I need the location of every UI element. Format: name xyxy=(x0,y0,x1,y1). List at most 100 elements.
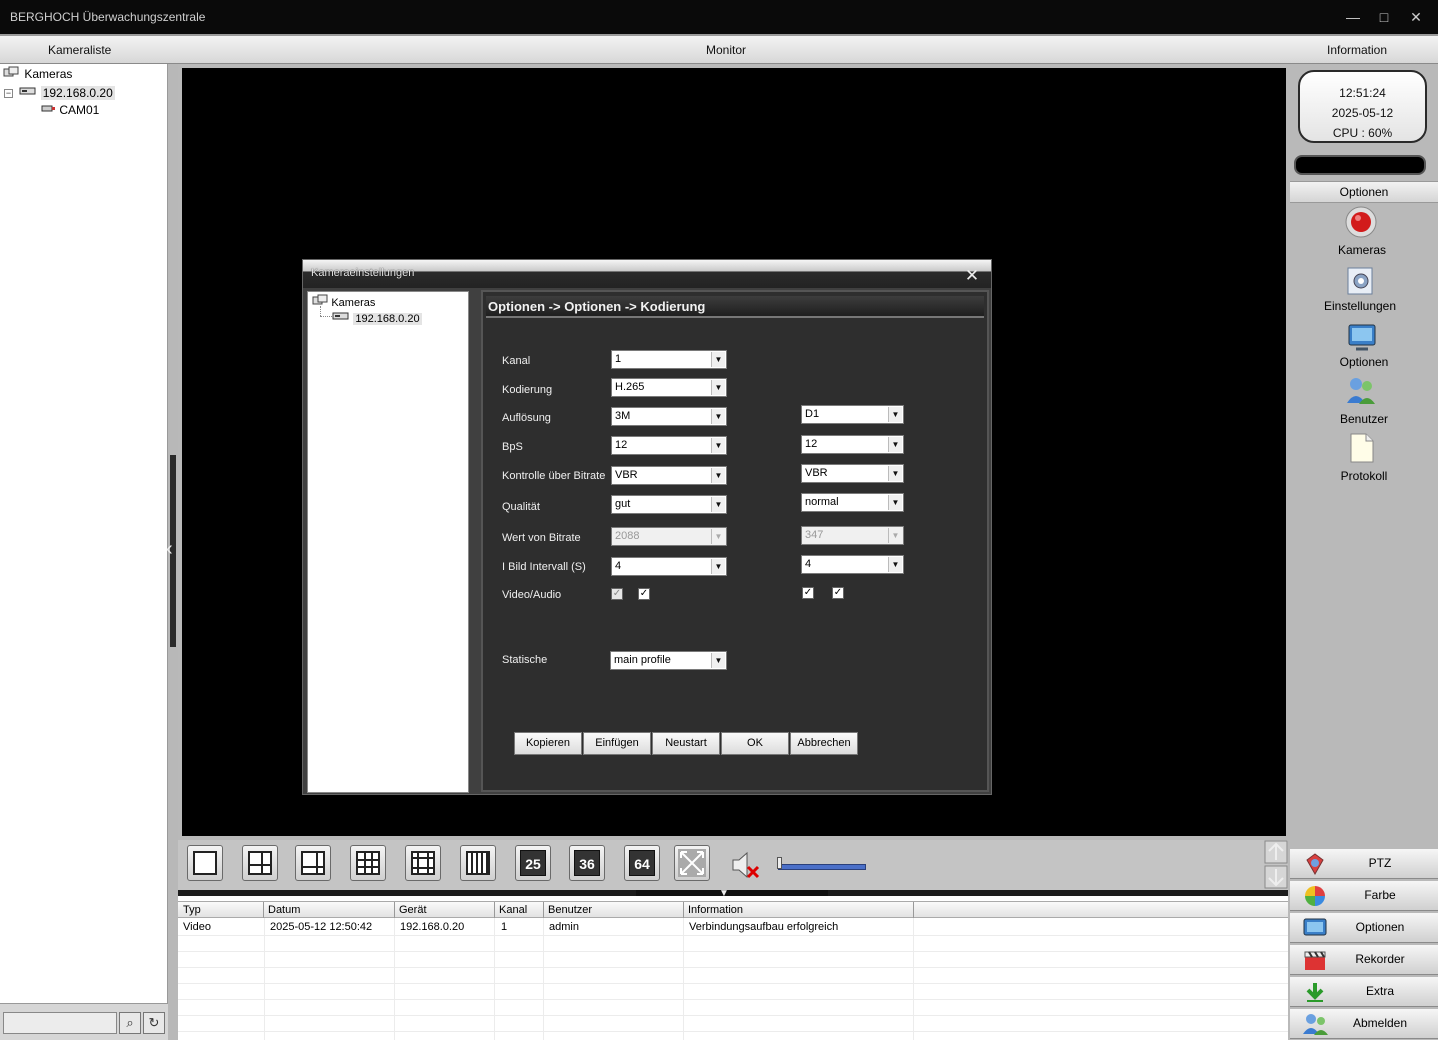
close-window-button[interactable]: ✕ xyxy=(1404,6,1428,28)
users-icon[interactable] xyxy=(1345,375,1377,410)
intervall-label: I Bild Intervall (S) xyxy=(502,561,586,573)
clapperboard-icon xyxy=(1304,951,1326,970)
kanal-select[interactable]: 1 ▼ xyxy=(611,350,727,369)
statische-label: Statische xyxy=(502,654,548,666)
menu-ptz-label: PTZ xyxy=(1368,856,1392,870)
dialog-title: Kameraeinstellungen xyxy=(311,267,415,279)
intervall-sub-select[interactable]: 4 ▼ xyxy=(801,555,904,574)
statische-select[interactable]: main profile ▼ xyxy=(610,651,727,670)
clock-time: 12:51:24 xyxy=(1339,86,1386,100)
chevron-down-icon: ▼ xyxy=(888,466,902,481)
layout-36-button[interactable]: 36 xyxy=(569,845,605,881)
chevron-down-icon: ▼ xyxy=(888,437,902,452)
menu-ptz[interactable]: PTZ xyxy=(1290,849,1438,879)
einstellungen-option-label[interactable]: Einstellungen xyxy=(1305,299,1415,313)
fullscreen-icon[interactable] xyxy=(674,845,710,881)
search-input[interactable] xyxy=(3,1012,117,1034)
col-kanal[interactable]: Kanal xyxy=(495,902,544,918)
aufloesung-sub-select[interactable]: D1 ▼ xyxy=(801,405,904,424)
main-audio-checkbox[interactable]: ✓ xyxy=(638,588,650,600)
bps-sub-select[interactable]: 12 ▼ xyxy=(801,435,904,454)
aufloesung-label: Auflösung xyxy=(502,412,551,424)
chevron-down-icon: ▼ xyxy=(711,380,725,395)
collapse-icon[interactable]: − xyxy=(4,89,13,99)
kameras-option-label[interactable]: Kameras xyxy=(1307,243,1417,257)
kontrolle-label: Kontrolle über Bitrate xyxy=(502,470,606,482)
tree-channel[interactable]: CAM01 xyxy=(40,102,99,117)
menu-rekorder[interactable]: Rekorder xyxy=(1290,945,1438,975)
log-cell-information: Verbindungsaufbau erfolgreich xyxy=(689,921,839,933)
camera-icon xyxy=(41,105,55,112)
refresh-icon[interactable]: ↻ xyxy=(143,1012,165,1034)
layout-16-button[interactable] xyxy=(460,845,496,881)
cpu-usage: CPU : 60% xyxy=(1332,126,1393,140)
camera-settings-dialog: Kameraeinstellungen ✕ Kameras 192.168.0.… xyxy=(302,259,992,795)
collapse-left-icon[interactable]: ‹ xyxy=(166,538,173,561)
einfuegen-button[interactable]: Einfügen xyxy=(583,732,651,755)
layout-4-button[interactable] xyxy=(242,845,278,881)
col-datum[interactable]: Datum xyxy=(264,902,395,918)
qualitaet-sub-select[interactable]: normal ▼ xyxy=(801,493,904,512)
scroll-arrows xyxy=(1264,840,1288,890)
kontrolle-sub-select[interactable]: VBR ▼ xyxy=(801,464,904,483)
layout-9-button[interactable] xyxy=(350,845,386,881)
intervall-main-select[interactable]: 4 ▼ xyxy=(611,557,727,576)
minimize-button[interactable]: — xyxy=(1341,6,1365,28)
mute-icon[interactable] xyxy=(729,849,763,884)
bps-main-select[interactable]: 12 ▼ xyxy=(611,436,727,455)
bitrate-label: Wert von Bitrate xyxy=(502,532,581,544)
menu-farbe-label: Farbe xyxy=(1364,888,1396,902)
dialog-close-button[interactable]: ✕ xyxy=(961,266,983,286)
maximize-button[interactable]: □ xyxy=(1372,6,1396,28)
chevron-down-icon: ▼ xyxy=(711,468,725,483)
menu-extra[interactable]: Extra xyxy=(1290,977,1438,1007)
abbrechen-button[interactable]: Abbrechen xyxy=(790,732,858,755)
optionen-option-label[interactable]: Optionen xyxy=(1309,355,1419,369)
aufloesung-main-select[interactable]: 3M ▼ xyxy=(611,407,727,426)
tree-root[interactable]: Kameras xyxy=(3,66,72,81)
menu-optionen[interactable]: Optionen xyxy=(1290,913,1438,943)
dialog-tree-root[interactable]: Kameras xyxy=(312,294,375,309)
ok-button[interactable]: OK xyxy=(721,732,789,755)
menu-rekorder-label: Rekorder xyxy=(1355,952,1405,966)
kopieren-button[interactable]: Kopieren xyxy=(514,732,582,755)
layout-25-button[interactable]: 25 xyxy=(515,845,551,881)
volume-slider-handle[interactable] xyxy=(777,857,782,869)
kodierung-select[interactable]: H.265 ▼ xyxy=(611,378,727,397)
layout-1-button[interactable] xyxy=(187,845,223,881)
layout-64-button[interactable]: 64 xyxy=(624,845,660,881)
menu-farbe[interactable]: Farbe xyxy=(1290,881,1438,911)
col-typ[interactable]: Typ xyxy=(179,902,264,918)
volume-slider[interactable] xyxy=(778,864,866,870)
benutzer-option-label[interactable]: Benutzer xyxy=(1309,412,1419,426)
col-benutzer[interactable]: Benutzer xyxy=(544,902,684,918)
protokoll-option-label[interactable]: Protokoll xyxy=(1309,469,1419,483)
log-cell-benutzer: admin xyxy=(549,921,579,933)
color-icon xyxy=(1305,886,1325,906)
kontrolle-main-select[interactable]: VBR ▼ xyxy=(611,466,727,485)
chevron-down-icon: ▼ xyxy=(711,497,725,512)
document-icon[interactable] xyxy=(1348,432,1376,467)
layout-6-button[interactable] xyxy=(295,845,331,881)
camera-list-panel: Kameras − 192.168.0.20 CAM01 xyxy=(0,64,168,1040)
bitrate-main-select: 2088 ▼ xyxy=(611,527,727,546)
settings-icon[interactable] xyxy=(1345,265,1377,300)
sub-video-checkbox[interactable]: ✓ xyxy=(802,587,814,599)
bitrate-sub-select: 347 ▼ xyxy=(801,526,904,545)
dialog-tree-device[interactable]: 192.168.0.20 xyxy=(332,310,422,325)
tree-device[interactable]: − 192.168.0.20 xyxy=(4,85,115,100)
menu-abmelden[interactable]: Abmelden xyxy=(1290,1009,1438,1039)
col-information[interactable]: Information xyxy=(684,902,914,918)
kodierung-label: Kodierung xyxy=(502,384,553,396)
col-geraet[interactable]: Gerät xyxy=(395,902,495,918)
menu-abmelden-label: Abmelden xyxy=(1352,1016,1408,1030)
record-icon[interactable] xyxy=(1344,206,1378,241)
search-icon[interactable]: ⌕ xyxy=(119,1012,141,1034)
download-arrow-icon xyxy=(1306,983,1324,1002)
dialog-title-bar[interactable]: Kameraeinstellungen ✕ xyxy=(303,260,991,288)
sub-audio-checkbox[interactable]: ✓ xyxy=(832,587,844,599)
neustart-button[interactable]: Neustart xyxy=(652,732,720,755)
options-icon[interactable] xyxy=(1346,321,1378,356)
layout-13-button[interactable] xyxy=(405,845,441,881)
qualitaet-main-select[interactable]: gut ▼ xyxy=(611,495,727,514)
